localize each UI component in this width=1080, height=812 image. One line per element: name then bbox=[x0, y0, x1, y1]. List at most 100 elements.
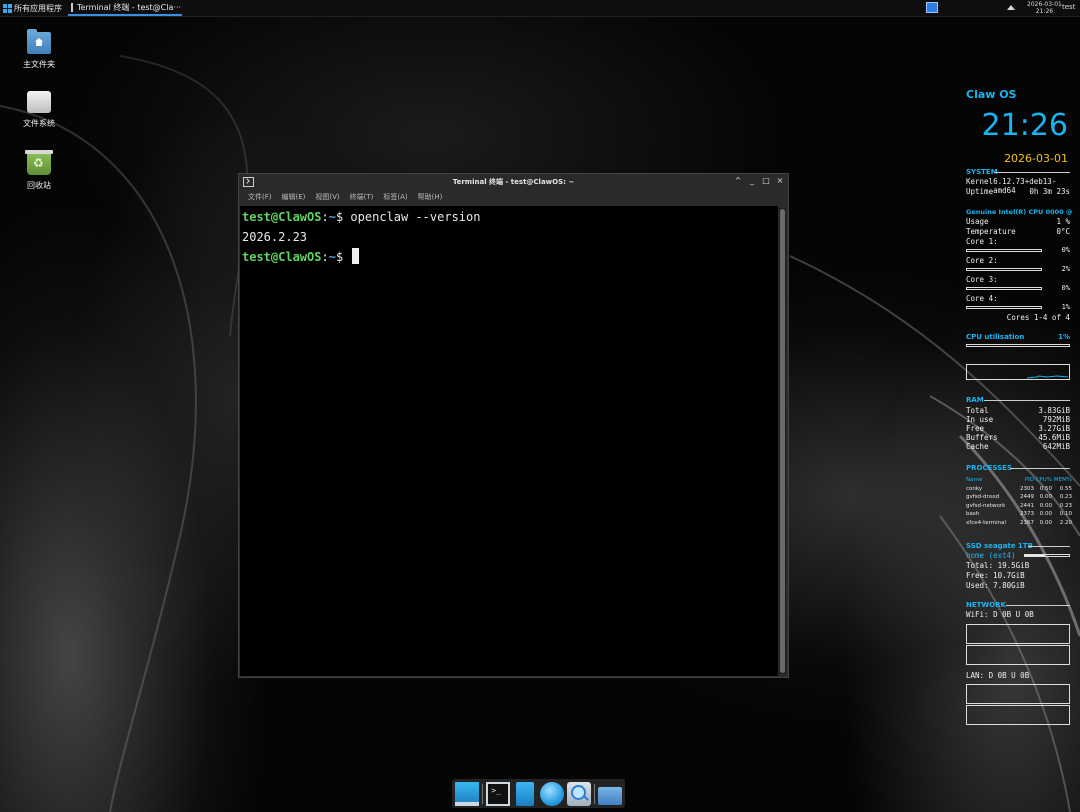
system-heading: SYSTEM bbox=[966, 168, 998, 176]
cpu-heading: Genuine Intel(R) CPU 0000 @ bbox=[966, 208, 1073, 216]
ram-heading: RAM bbox=[966, 396, 984, 404]
home-folder-icon bbox=[27, 29, 51, 54]
process-cpu: 0.50 bbox=[1039, 485, 1052, 492]
desktop-icon-label: 回收站 bbox=[27, 181, 51, 190]
workspace-switcher-button[interactable] bbox=[926, 2, 938, 13]
disk-usage-bar bbox=[1024, 554, 1070, 557]
cores-summary: Cores 1-4 of 4 bbox=[1006, 313, 1070, 322]
uptime-value: 0h 3m 23s bbox=[1029, 187, 1070, 196]
ram-buffers-row: Buffers 45.6MiB bbox=[966, 433, 1070, 442]
ram-free-label: Free bbox=[966, 424, 985, 433]
ram-free-row: Free 3.27GiB bbox=[966, 424, 1070, 433]
core-4-value: 1% bbox=[1061, 303, 1070, 311]
applications-menu-button[interactable]: 所有应用程序 bbox=[0, 0, 66, 16]
prompt-separator: : bbox=[321, 210, 329, 224]
process-name: conky bbox=[966, 485, 983, 492]
wifi-traffic: WiFi: D 0B U 0B bbox=[966, 610, 1034, 619]
menu-edit[interactable]: 编辑(E) bbox=[282, 192, 306, 202]
desktop-icon-trash[interactable]: 回收站 bbox=[9, 150, 69, 191]
text-cursor bbox=[352, 248, 360, 264]
ram-free-value: 3.27GiB bbox=[1038, 424, 1070, 433]
ram-inuse-value: 792MiB bbox=[1042, 415, 1070, 424]
core-3-bar bbox=[966, 287, 1042, 290]
maximize-button[interactable]: □ bbox=[762, 176, 770, 185]
prompt-user: test@ClawOS bbox=[242, 210, 322, 224]
cpu-usage-value: 1 % bbox=[1056, 217, 1070, 226]
terminal-icon[interactable] bbox=[486, 781, 511, 806]
file-manager-icon[interactable] bbox=[516, 781, 535, 806]
ram-buffers-label: Buffers bbox=[966, 433, 998, 442]
scrollbar-thumb[interactable] bbox=[780, 209, 785, 673]
process-cpu: 0.00 bbox=[1039, 494, 1052, 500]
ram-cache-value: 642MiB bbox=[1042, 442, 1070, 451]
prompt-path: ~ bbox=[328, 210, 336, 224]
lan-traffic: LAN: D 0B U 0B bbox=[966, 671, 1030, 680]
process-name: gvfsd-network bbox=[966, 502, 1006, 509]
col-name: Name bbox=[966, 477, 983, 483]
conky-title: Claw OS bbox=[966, 88, 1017, 101]
disk-usage-fill bbox=[1025, 555, 1045, 556]
col-pid: PID bbox=[1024, 477, 1034, 483]
cpu-util-bar bbox=[966, 344, 1070, 347]
dock bbox=[452, 779, 625, 808]
trash-icon bbox=[25, 150, 53, 175]
process-table-header: Name PID CPU% MEM% bbox=[966, 476, 1072, 485]
uptime-row: Uptime 0h 3m 23s bbox=[966, 187, 1070, 196]
minimize-button[interactable]: _ bbox=[748, 176, 756, 185]
top-panel: 所有应用程序 Terminal 终端 - test@Cla··· bbox=[0, 0, 1080, 17]
core-3-value: 0% bbox=[1061, 284, 1070, 292]
disk-heading: SSD seagate 1TB bbox=[966, 542, 1033, 550]
ram-buffers-value: 45.6MiB bbox=[1038, 433, 1070, 442]
terminal-output-line: 2026.2.23 bbox=[242, 230, 308, 244]
shade-button[interactable]: ^ bbox=[734, 176, 742, 185]
section-divider bbox=[1010, 468, 1070, 469]
terminal-line-command: test@ClawOS:~$ openclaw --version bbox=[242, 208, 480, 226]
terminal-title: Terminal 终端 - test@ClawOS: ~ bbox=[452, 178, 575, 186]
app-finder-icon[interactable] bbox=[566, 781, 591, 806]
process-cpu: 0.00 bbox=[1039, 511, 1052, 517]
menu-view[interactable]: 视图(V) bbox=[315, 192, 339, 202]
cpu-util-value: 1% bbox=[1058, 333, 1070, 341]
ram-inuse-label: In use bbox=[966, 415, 994, 424]
menu-help[interactable]: 帮助(H) bbox=[418, 192, 443, 202]
desktop-icon-filesystem[interactable]: 文件系统 bbox=[9, 91, 69, 129]
disk-mount: home (ext4) bbox=[966, 551, 1016, 560]
taskbar-terminal-button[interactable]: Terminal 终端 - test@Cla··· bbox=[68, 0, 182, 16]
terminal-scrollbar[interactable] bbox=[779, 208, 786, 674]
section-divider bbox=[994, 172, 1070, 173]
process-mem: 0.10 bbox=[1059, 511, 1072, 517]
home-folder-icon[interactable] bbox=[597, 786, 622, 805]
menu-file[interactable]: 文件(F) bbox=[248, 192, 272, 202]
menu-terminal[interactable]: 终端(T) bbox=[350, 192, 374, 202]
desktop-icon-home[interactable]: 主文件夹 bbox=[9, 29, 69, 70]
dock-separator bbox=[482, 783, 484, 804]
col-mem: MEM% bbox=[1053, 477, 1072, 483]
ram-total-label: Total bbox=[966, 406, 989, 415]
terminal-titlebar[interactable]: Terminal 终端 - test@ClawOS: ~ ^ _ □ × bbox=[239, 174, 788, 190]
process-row: gvfsd-network 2441 0.00 0.23 bbox=[966, 502, 1072, 511]
cpu-usage-label: Usage bbox=[966, 217, 989, 226]
desktop-icon-label: 文件系统 bbox=[23, 119, 55, 128]
process-row: xfce4-terminal 2367 0.00 2.20 bbox=[966, 519, 1072, 528]
col-cpu: CPU% bbox=[1035, 477, 1052, 483]
process-name: gvfsd-dnssd bbox=[966, 494, 1000, 500]
menu-tabs[interactable]: 标签(A) bbox=[383, 192, 407, 202]
section-divider bbox=[1028, 546, 1070, 547]
process-mem: 0.23 bbox=[1059, 502, 1072, 509]
process-mem: 0.23 bbox=[1059, 494, 1072, 500]
process-table: Name PID CPU% MEM% conky 2303 0.50 0.55 gvf… bbox=[966, 476, 1072, 527]
process-name: bash bbox=[966, 511, 980, 517]
process-pid: 2367 bbox=[1020, 519, 1034, 526]
conky-system-monitor: Claw OS 21:26 2026-03-01 SYSTEM Kernel 6.… bbox=[960, 0, 1078, 812]
network-heading: NETWORK bbox=[966, 601, 1006, 609]
show-desktop-icon[interactable] bbox=[455, 781, 480, 806]
core-1-value: 0% bbox=[1061, 246, 1070, 254]
terminal-menubar: 文件(F) 编辑(E) 视图(V) 终端(T) 标签(A) 帮助(H) bbox=[239, 190, 788, 204]
section-divider bbox=[984, 400, 1070, 401]
desktop-icon-label: 主文件夹 bbox=[23, 60, 55, 69]
close-button[interactable]: × bbox=[776, 176, 784, 185]
web-browser-icon[interactable] bbox=[539, 781, 564, 806]
process-mem: 0.55 bbox=[1059, 485, 1072, 492]
terminal-output-area[interactable]: test@ClawOS:~$ openclaw --version 2026.2… bbox=[240, 206, 778, 676]
ram-total-value: 3.83GiB bbox=[1038, 406, 1070, 415]
